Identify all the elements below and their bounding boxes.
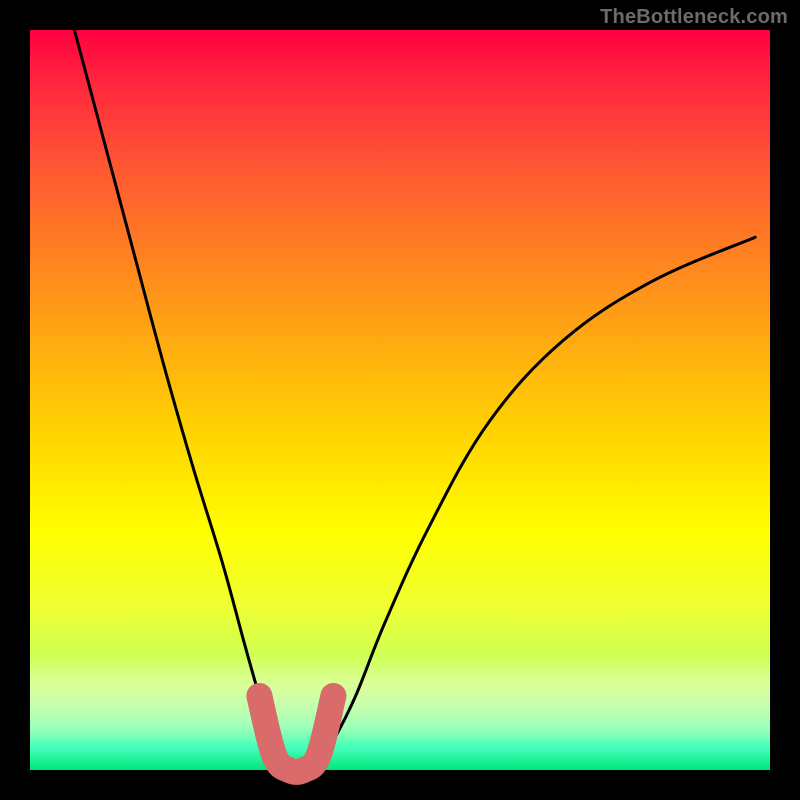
chart-svg [30, 30, 770, 770]
plot-area [30, 30, 770, 770]
chart-frame: TheBottleneck.com [0, 0, 800, 800]
watermark-text: TheBottleneck.com [600, 6, 788, 29]
bottleneck-curve [74, 30, 755, 770]
optimal-marker [246, 683, 346, 772]
